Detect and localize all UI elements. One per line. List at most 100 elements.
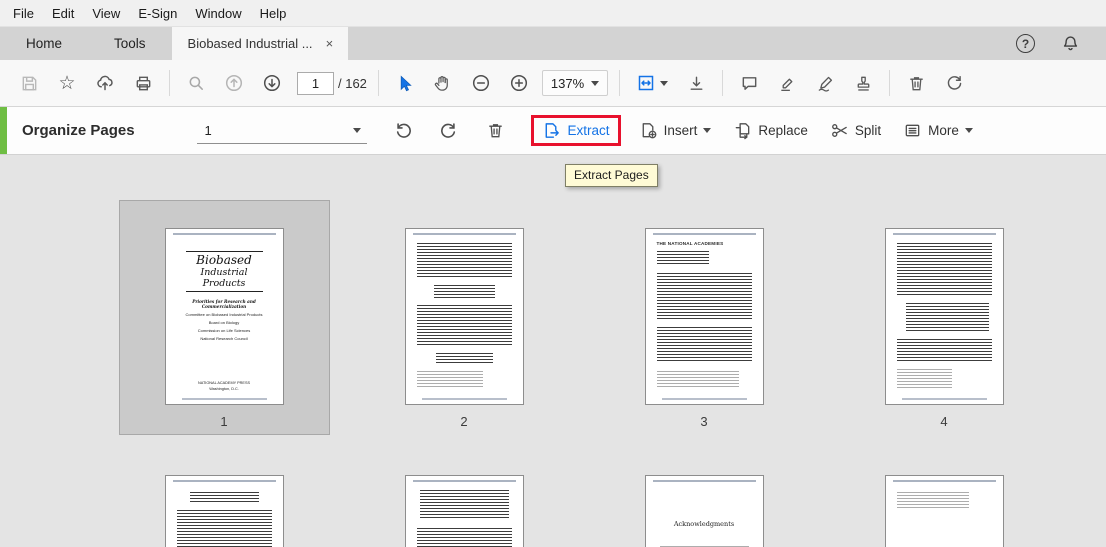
page-total-label: / 162 <box>338 75 367 91</box>
page-range-value: 1 <box>204 122 212 138</box>
replace-button[interactable]: Replace <box>727 117 814 144</box>
page-preview-light[interactable] <box>884 475 1004 547</box>
page-preview-text[interactable] <box>164 475 284 547</box>
zoom-search-icon[interactable] <box>180 67 212 99</box>
toolbar-separator <box>169 70 170 96</box>
chevron-down-icon <box>964 128 973 133</box>
organize-toolbar: Organize Pages 1 Extract Insert Replace … <box>0 107 1106 155</box>
share-cloud-icon[interactable] <box>89 67 121 99</box>
toolbar-separator <box>619 70 621 96</box>
page-preview-academies[interactable]: THE NATIONAL ACADEMIES <box>644 228 764 405</box>
more-label: More <box>928 123 959 138</box>
menu-esign[interactable]: E-Sign <box>129 2 186 25</box>
page-thumbnail-1: Biobased Industrial Products Priorities … <box>118 200 330 435</box>
toolbar-separator <box>722 70 724 96</box>
page-range-select[interactable]: 1 <box>196 117 367 144</box>
page-number-input[interactable] <box>297 71 334 95</box>
sign-pen-icon[interactable] <box>809 67 841 99</box>
page-number-label: 2 <box>460 414 468 429</box>
split-button[interactable]: Split <box>824 117 887 144</box>
menu-help[interactable]: Help <box>251 2 296 25</box>
previous-page-icon[interactable] <box>218 67 250 99</box>
page-preview-acknowledgments[interactable]: Acknowledgments <box>644 475 764 547</box>
selected-page-box[interactable]: Biobased Industrial Products Priorities … <box>118 200 330 435</box>
menu-edit[interactable]: Edit <box>43 2 83 25</box>
chevron-down-icon <box>591 80 600 86</box>
extract-tooltip: Extract Pages <box>565 164 658 187</box>
replace-label: Replace <box>758 123 808 138</box>
rotate-right-icon[interactable] <box>433 116 463 146</box>
tab-bar: Home Tools Biobased Industrial ... × ? <box>0 27 1106 60</box>
tool-accent-bar <box>0 107 7 154</box>
more-button[interactable]: More <box>897 117 979 144</box>
tab-bar-right: ? <box>1016 27 1106 60</box>
page-number-label: 1 <box>220 414 228 429</box>
insert-label: Insert <box>663 123 698 138</box>
delete-pages-icon[interactable] <box>481 116 511 146</box>
page-scrolling-icon[interactable] <box>680 67 712 99</box>
tab-document-label: Biobased Industrial ... <box>187 36 313 51</box>
tab-home-label: Home <box>26 36 63 51</box>
zoom-in-icon[interactable] <box>503 67 535 99</box>
page-thumbnail-7: Acknowledgments 7 <box>599 447 810 547</box>
page-thumbnail-6: 6 <box>359 447 570 547</box>
extract-button[interactable]: Extract <box>542 121 610 140</box>
delete-icon[interactable] <box>900 67 932 99</box>
chevron-down-icon <box>703 128 712 133</box>
hand-tool-icon[interactable] <box>427 67 459 99</box>
split-label: Split <box>854 123 882 138</box>
extract-label: Extract <box>567 123 610 138</box>
page-thumbnail-3: THE NATIONAL ACADEMIES 3 <box>599 200 810 435</box>
select-tool-icon[interactable] <box>389 67 421 99</box>
fit-width-icon[interactable] <box>630 67 674 99</box>
star-icon[interactable]: ☆ <box>51 67 83 99</box>
cover-committee-lines: Committee on Biobased Industrial Product… <box>185 312 263 341</box>
save-icon[interactable] <box>13 67 45 99</box>
zoom-level-select[interactable]: 137% <box>541 70 609 96</box>
replace-icon <box>733 121 752 140</box>
rotate-left-icon[interactable] <box>389 116 419 146</box>
tab-document[interactable]: Biobased Industrial ... × <box>171 27 349 60</box>
zoom-out-icon[interactable] <box>465 67 497 99</box>
tab-tools[interactable]: Tools <box>88 27 172 60</box>
toolbar-separator <box>377 70 379 96</box>
close-icon[interactable]: × <box>323 36 337 51</box>
toolbar-separator <box>889 70 891 96</box>
split-scissors-icon <box>830 121 849 140</box>
tab-home[interactable]: Home <box>0 27 88 60</box>
page-number-label: 4 <box>940 414 948 429</box>
cover-title-block: Biobased Industrial Products Priorities … <box>180 249 269 309</box>
rotate-view-icon[interactable] <box>938 67 970 99</box>
menu-window[interactable]: Window <box>186 2 250 25</box>
menu-view[interactable]: View <box>83 2 129 25</box>
cover-footer: NATIONAL ACADEMY PRESS Washington, D.C. <box>197 381 251 391</box>
insert-button[interactable]: Insert <box>633 117 718 144</box>
acrobat-window: File Edit View E-Sign Window Help Home T… <box>0 0 1106 547</box>
menu-bar: File Edit View E-Sign Window Help <box>0 0 1106 27</box>
page-footer-line <box>181 398 267 400</box>
tab-tools-label: Tools <box>114 36 146 51</box>
bell-icon[interactable] <box>1061 34 1080 53</box>
organize-pages-title: Organize Pages <box>22 122 135 139</box>
chevron-down-icon <box>660 80 669 86</box>
help-icon[interactable]: ? <box>1016 34 1035 53</box>
comment-icon[interactable] <box>733 67 765 99</box>
page-preview-text[interactable] <box>404 228 524 405</box>
print-icon[interactable] <box>127 67 159 99</box>
page-header-line <box>172 233 276 235</box>
next-page-icon[interactable] <box>256 67 288 99</box>
insert-icon <box>639 121 658 140</box>
zoom-level-value: 137% <box>550 75 585 91</box>
more-list-icon <box>903 121 922 140</box>
page-thumbnail-2: 2 <box>359 200 570 435</box>
pages-grid: Biobased Industrial Products Priorities … <box>0 155 1106 547</box>
page-number-label: 3 <box>700 414 708 429</box>
menu-file[interactable]: File <box>4 2 43 25</box>
page-thumbnail-8: 8 <box>839 447 1050 547</box>
highlight-icon[interactable] <box>771 67 803 99</box>
page-preview-text[interactable] <box>884 228 1004 405</box>
page-thumbnail-4: 4 <box>839 200 1050 435</box>
stamp-icon[interactable] <box>847 67 879 99</box>
page-preview-text[interactable] <box>404 475 524 547</box>
page-preview-cover[interactable]: Biobased Industrial Products Priorities … <box>164 228 284 405</box>
